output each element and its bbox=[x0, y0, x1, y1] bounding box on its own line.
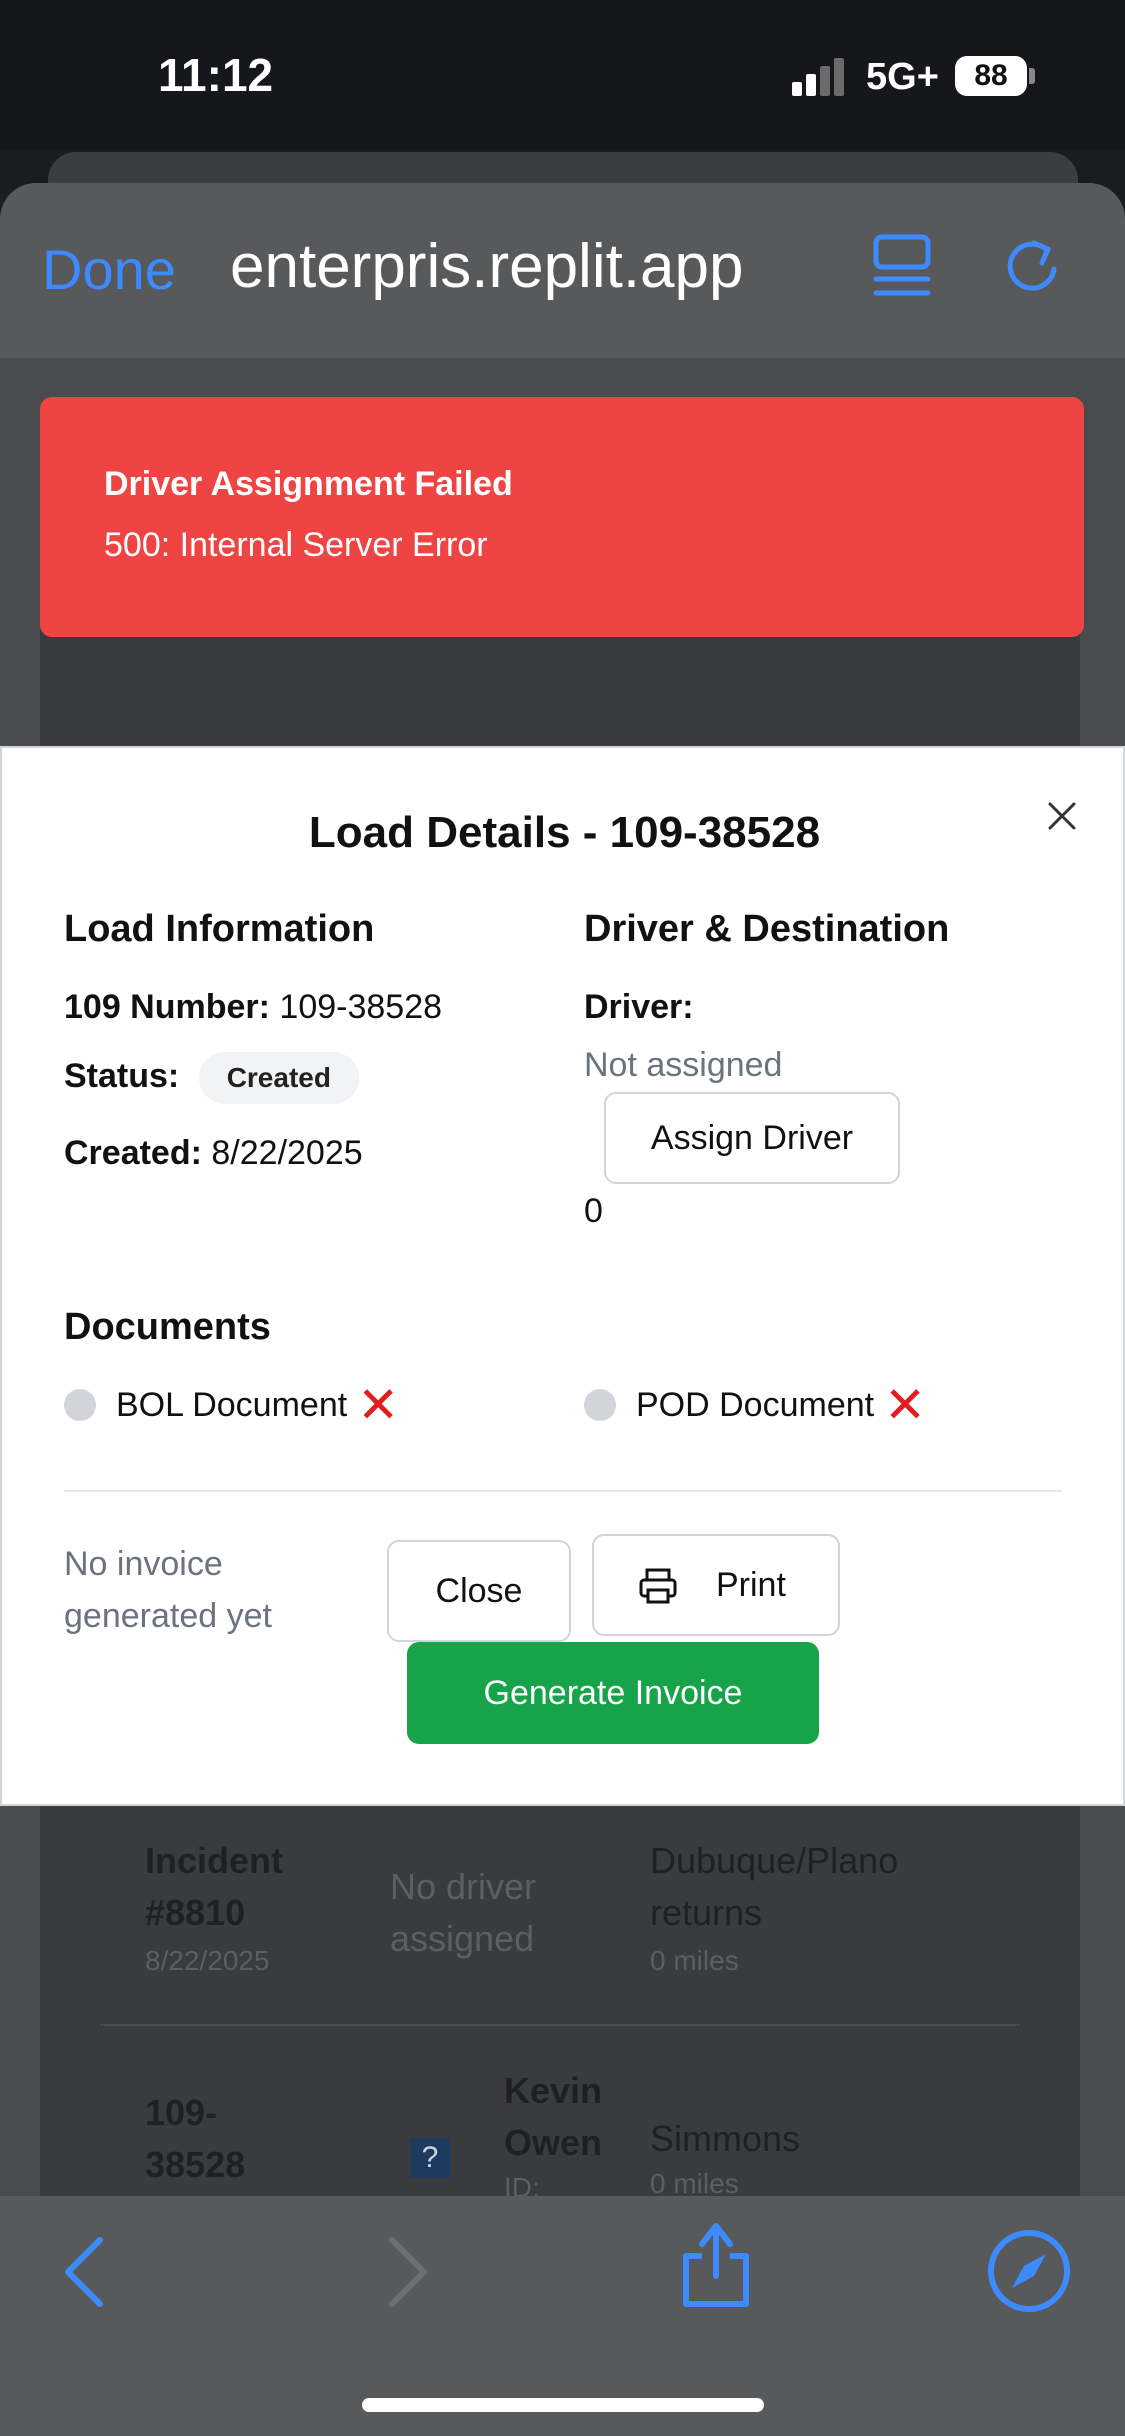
load-status: Status: Created bbox=[64, 1052, 359, 1104]
driver-destination-heading: Driver & Destination bbox=[584, 908, 950, 950]
done-button[interactable]: Done bbox=[42, 237, 176, 302]
missing-x-icon: ✕ bbox=[357, 1377, 400, 1433]
row-driver: No driver bbox=[390, 1866, 537, 1907]
row-id: #8810 bbox=[145, 1892, 246, 1933]
pod-document: POD Document ✕ bbox=[584, 1380, 926, 1430]
tabs-icon[interactable] bbox=[872, 233, 932, 299]
status-label: Status: bbox=[64, 1057, 180, 1095]
back-icon[interactable] bbox=[62, 2234, 106, 2310]
row-destination: Simmons bbox=[650, 2118, 801, 2159]
load-created: Created: 8/22/2025 bbox=[64, 1134, 363, 1173]
share-icon[interactable] bbox=[678, 2218, 754, 2310]
forward-icon[interactable] bbox=[386, 2234, 430, 2310]
row-id: Incident bbox=[145, 1840, 284, 1881]
row-id: 109- bbox=[145, 2092, 218, 2133]
section-divider bbox=[64, 1490, 1062, 1492]
row-destination: Dubuque/Plano bbox=[650, 1840, 899, 1881]
pod-document-label: POD Document bbox=[636, 1385, 875, 1424]
driver-count: 0 bbox=[584, 1192, 603, 1230]
status-bar: 11:12 5G+ 88 bbox=[0, 0, 1125, 150]
driver-label: Driver: bbox=[584, 988, 694, 1027]
compass-icon[interactable] bbox=[986, 2228, 1072, 2314]
row-divider bbox=[100, 2024, 1020, 2026]
close-button[interactable]: Close bbox=[387, 1540, 571, 1642]
cellular-signal-icon bbox=[792, 56, 844, 96]
row-id: 38528 bbox=[145, 2144, 246, 2185]
assign-driver-button[interactable]: Assign Driver bbox=[604, 1092, 900, 1184]
clock: 11:12 bbox=[158, 49, 274, 101]
load-number-label: 109 Number: bbox=[64, 988, 270, 1026]
load-number-value: 109-38528 bbox=[279, 988, 443, 1026]
documents-heading: Documents bbox=[64, 1306, 271, 1348]
row-destination: returns bbox=[650, 1892, 763, 1933]
invoice-status: No invoice generated yet bbox=[64, 1545, 272, 1635]
print-button-label: Print bbox=[716, 1566, 786, 1604]
load-info-heading: Load Information bbox=[64, 908, 375, 950]
toast-message: 500: Internal Server Error bbox=[104, 526, 488, 564]
modal-title: Load Details - 109-38528 bbox=[308, 808, 821, 857]
unknown-icon: ? bbox=[410, 2138, 450, 2178]
print-button[interactable]: Print bbox=[592, 1534, 840, 1636]
driver-label-text: Driver: bbox=[584, 988, 694, 1026]
bol-document-label: BOL Document bbox=[116, 1385, 348, 1424]
status-dot-icon bbox=[584, 1389, 616, 1421]
network-type: 5G+ bbox=[866, 56, 939, 98]
battery-tip bbox=[1029, 68, 1035, 84]
generate-invoice-button[interactable]: Generate Invoice bbox=[407, 1642, 819, 1744]
home-indicator[interactable] bbox=[362, 2398, 764, 2412]
error-toast: Driver Assignment Failed 500: Internal S… bbox=[40, 397, 1084, 637]
toast-title: Driver Assignment Failed bbox=[104, 465, 513, 503]
status-dot-icon bbox=[64, 1389, 96, 1421]
row-miles: 0 miles bbox=[650, 1945, 739, 1976]
row-driver: Kevin bbox=[504, 2070, 603, 2111]
load-number: 109 Number: 109-38528 bbox=[64, 988, 442, 1027]
bol-document: BOL Document ✕ bbox=[64, 1380, 399, 1430]
close-icon[interactable] bbox=[1042, 796, 1082, 836]
url-label[interactable]: enterpris.replit.app bbox=[230, 231, 744, 302]
row-driver: Owen bbox=[504, 2122, 603, 2163]
status-badge: Created bbox=[198, 1052, 359, 1104]
load-details-modal: Load Details - 109-38528 Load Informatio… bbox=[0, 746, 1125, 1806]
created-label: Created: bbox=[64, 1134, 202, 1172]
driver-value: Not assigned bbox=[584, 1046, 783, 1084]
printer-icon bbox=[639, 1568, 677, 1604]
reload-icon[interactable] bbox=[1000, 233, 1066, 299]
row-driver: assigned bbox=[390, 1918, 535, 1959]
created-value: 8/22/2025 bbox=[211, 1134, 363, 1172]
battery-icon: 88 bbox=[955, 56, 1027, 96]
missing-x-icon: ✕ bbox=[884, 1377, 926, 1433]
row-date: 8/22/2025 bbox=[145, 1945, 270, 1976]
browser-toolbar: Done enterpris.replit.app bbox=[0, 183, 1125, 358]
